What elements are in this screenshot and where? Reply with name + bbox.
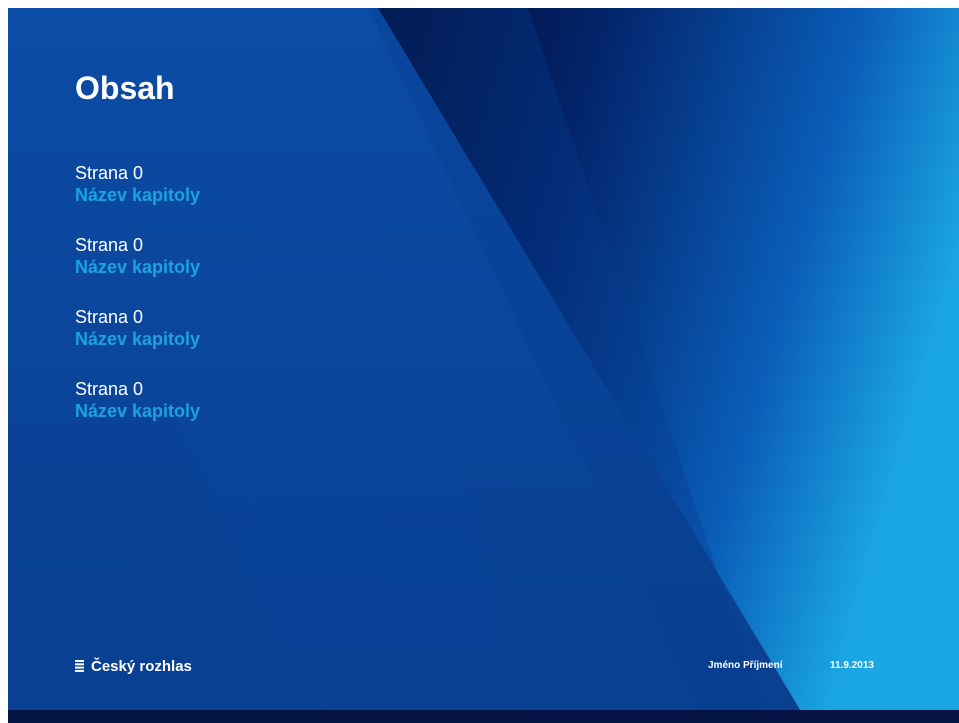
- toc-chapter-link[interactable]: Název kapitoly: [75, 184, 200, 206]
- list-item: Strana 0 Název kapitoly: [75, 306, 200, 378]
- toc-chapter-link[interactable]: Název kapitoly: [75, 328, 200, 350]
- toc-chapter-link[interactable]: Název kapitoly: [75, 400, 200, 422]
- logo-text: Český rozhlas: [91, 657, 192, 675]
- toc-page-label: Strana 0: [75, 379, 144, 399]
- list-item: Strana 0 Název kapitoly: [75, 378, 200, 450]
- toc-page-label: Strana 0: [75, 307, 144, 327]
- logo-bars-icon: [75, 660, 84, 672]
- slide: Obsah Strana 0 Název kapitoly Strana 0 N…: [8, 8, 959, 723]
- list-item: Strana 0 Název kapitoly: [75, 162, 200, 234]
- footer-author: Jméno Příjmení: [708, 660, 783, 671]
- toc-page-label: Strana 0: [75, 235, 144, 255]
- brand-logo: Český rozhlas: [75, 656, 192, 676]
- footer-date: 11.9.2013: [830, 660, 874, 671]
- table-of-contents: Strana 0 Název kapitoly Strana 0 Název k…: [75, 162, 200, 450]
- toc-chapter-link[interactable]: Název kapitoly: [75, 256, 200, 278]
- list-item: Strana 0 Název kapitoly: [75, 234, 200, 306]
- footer-page-number: 2: [902, 660, 908, 671]
- toc-page-label: Strana 0: [75, 163, 144, 183]
- page-title: Obsah: [75, 70, 175, 106]
